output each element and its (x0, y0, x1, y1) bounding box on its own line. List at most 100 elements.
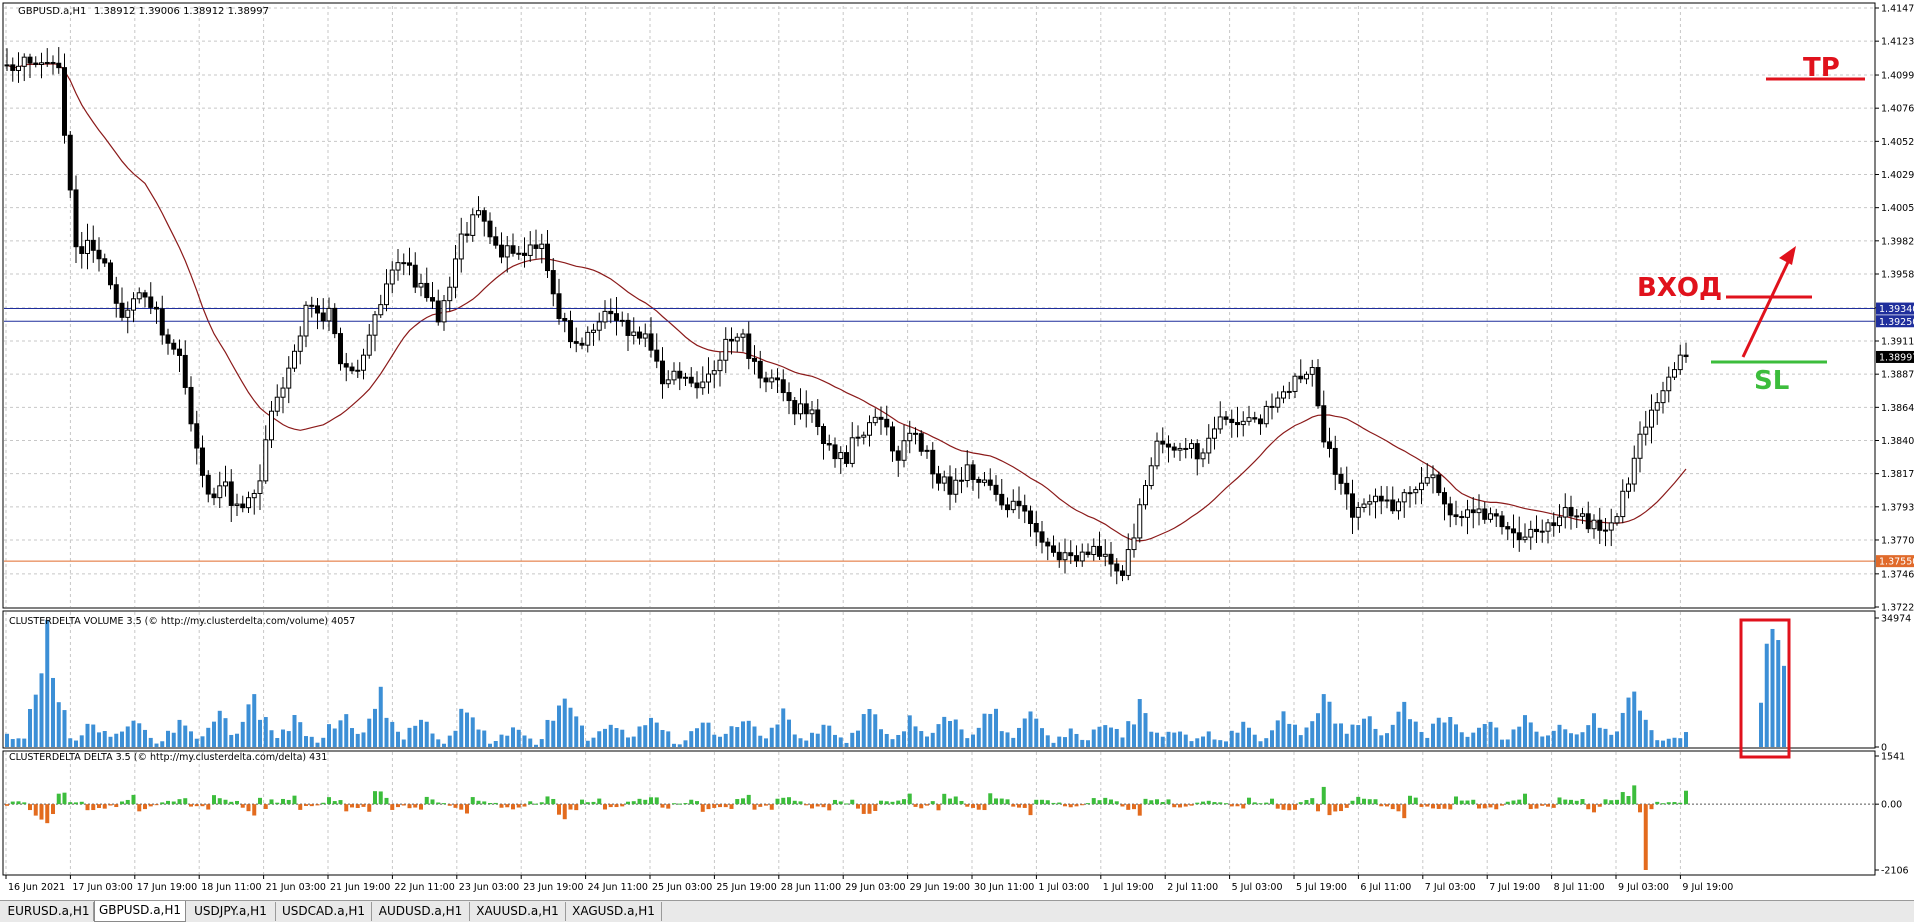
delta-bar (1011, 804, 1016, 807)
volume-bar (695, 728, 699, 747)
delta-bar (258, 797, 262, 805)
tab-usdjpy[interactable]: USDJPY.a,H1 (186, 902, 276, 921)
volume-bar (511, 727, 515, 747)
volume-bar (591, 737, 596, 747)
volume-bar (1224, 741, 1228, 747)
delta-bar (1275, 804, 1280, 809)
tp-label: TP (1803, 53, 1840, 83)
volume-bar (1367, 716, 1372, 747)
volume-bar (1557, 724, 1562, 747)
volume-bar (1471, 732, 1476, 747)
time-tick-label: 24 Jun 11:00 (588, 882, 648, 893)
volume-bar (902, 731, 906, 747)
delta-bar (689, 799, 694, 805)
delta-bar (1597, 804, 1602, 807)
tab-xauusd[interactable]: XAUUSD.a,H1 (470, 902, 566, 921)
delta-bar (1482, 804, 1487, 809)
volume-bar (51, 677, 55, 747)
tab-eurusd[interactable]: EURUSD.a,H1 (4, 902, 94, 921)
delta-bar (718, 804, 722, 808)
delta-bar (390, 804, 395, 810)
sl-label: SL (1754, 366, 1789, 396)
candle-body (780, 379, 786, 394)
candle-body (1327, 441, 1332, 449)
time-tick-label: 7 Jul 03:00 (1425, 882, 1476, 893)
delta-bar (1183, 804, 1188, 807)
candle-body (539, 243, 545, 249)
delta-bar (1218, 802, 1223, 805)
volume-bar (465, 712, 469, 747)
delta-bar (1448, 804, 1453, 810)
volume-bar (833, 734, 837, 747)
delta-bar (120, 801, 124, 805)
candle-body (1562, 507, 1568, 518)
delta-bar (723, 804, 728, 808)
volume-bar (677, 744, 682, 747)
candle-body (286, 367, 292, 389)
volume-bar (114, 733, 119, 747)
delta-bar (1356, 796, 1361, 805)
price-tick-label: 1.39585 (1881, 269, 1914, 280)
volume-bar (637, 726, 642, 747)
candle-body (1626, 483, 1631, 492)
volume-bar-forecast (1770, 628, 1775, 747)
entry-label: ВХОД (1637, 273, 1722, 303)
delta-bar (1028, 804, 1033, 816)
candle-body (1597, 519, 1603, 531)
delta-bar (298, 804, 303, 810)
tab-gbpusd[interactable]: GBPUSD.a,H1 (94, 901, 186, 922)
price-tick-label: 1.40290 (1881, 170, 1914, 181)
volume-bar (1241, 721, 1246, 747)
volume-bar (1132, 724, 1136, 747)
candle-body (585, 331, 591, 346)
delta-bar (459, 804, 464, 810)
volume-bar (1517, 726, 1522, 747)
delta-bar (1396, 804, 1401, 812)
delta-bar (1074, 804, 1079, 807)
delta-bar (1201, 801, 1205, 805)
volume-bar (338, 720, 343, 747)
candle-body (826, 442, 832, 446)
delta-bar (166, 800, 170, 805)
chart-window[interactable]: 1.41470 1.41235 1.40995 1.40760 1.40525 1.402… (0, 0, 1914, 900)
candle-body (763, 377, 769, 383)
tab-usdcad[interactable]: USDCAD.a,H1 (276, 902, 372, 921)
candle-body (999, 493, 1005, 506)
delta-bar (971, 804, 975, 808)
delta-bar (574, 804, 579, 811)
delta-bar (1592, 804, 1596, 813)
candle-body (1442, 492, 1447, 505)
candle-body (1148, 465, 1154, 487)
delta-bar (1655, 801, 1660, 805)
delta-bar (1632, 785, 1637, 805)
candle-body (1545, 522, 1551, 532)
candle-body (1275, 397, 1281, 408)
time-tick-label: 5 Jul 19:00 (1296, 882, 1347, 893)
delta-bar (1661, 803, 1665, 805)
volume-bar (1482, 724, 1487, 747)
candle-body (1206, 437, 1212, 454)
candle-body (108, 262, 113, 286)
delta-tick-label: -2106 (1881, 866, 1909, 877)
volume-bar (844, 742, 849, 747)
volume-bar (1574, 734, 1579, 747)
volume-bar (1091, 729, 1096, 747)
volume-bar (1615, 731, 1619, 747)
volume-bar (626, 737, 630, 747)
delta-bar (1241, 804, 1246, 809)
delta-bar (10, 801, 15, 805)
candle-body (1373, 495, 1378, 503)
candle-body (769, 377, 775, 383)
candle-body (1465, 509, 1470, 518)
volume-bar (1626, 697, 1631, 747)
candle-body (1154, 440, 1160, 467)
delta-bar (907, 793, 912, 805)
delta-bar (1603, 799, 1608, 805)
tab-audusd[interactable]: AUDUSD.a,H1 (372, 902, 470, 921)
candle-body (418, 282, 424, 288)
delta-bar (787, 797, 791, 805)
delta-bar (240, 804, 245, 808)
tab-xagusd[interactable]: XAGUSD.a,H1 (566, 902, 662, 921)
candle-body (1085, 551, 1091, 556)
candle-body (389, 269, 395, 285)
